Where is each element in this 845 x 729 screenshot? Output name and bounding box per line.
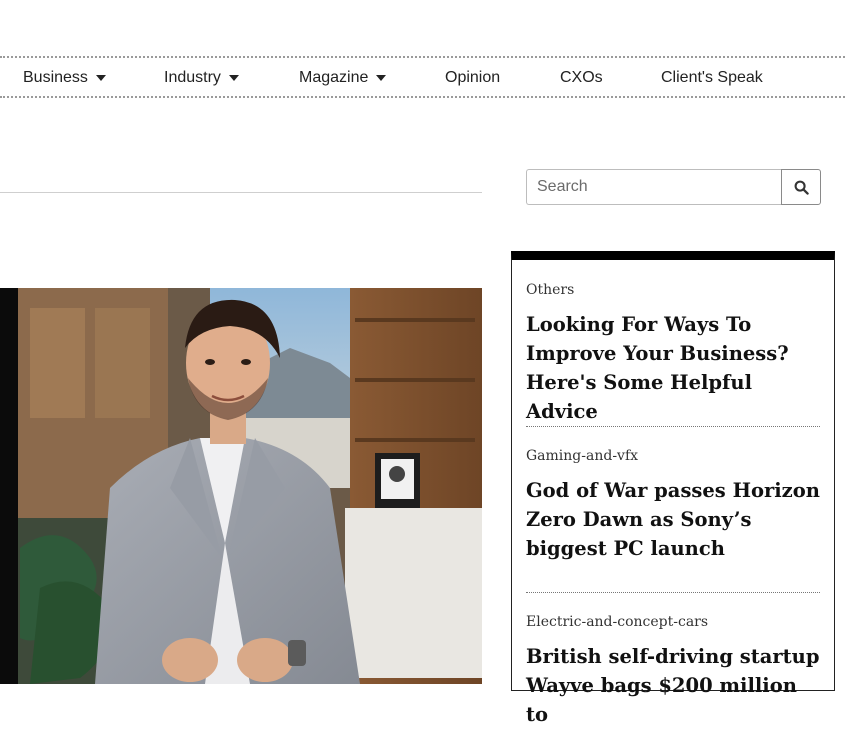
nav-item-cxos[interactable]: CXOs (560, 69, 603, 87)
sidebar-story[interactable]: Gaming-and-vfx God of War passes Horizon… (526, 448, 820, 563)
story-divider (526, 592, 820, 593)
content-divider (0, 192, 482, 193)
nav-item-clients-speak[interactable]: Client's Speak (661, 69, 763, 87)
article-hero-image[interactable] (0, 288, 482, 684)
search-icon (794, 180, 809, 195)
nav-item-label: Magazine (299, 69, 369, 86)
story-title-link[interactable]: Looking For Ways To Improve Your Busines… (526, 310, 820, 426)
story-category[interactable]: Others (526, 282, 820, 298)
nav-item-label: Industry (164, 69, 221, 86)
nav-item-label: CXOs (560, 69, 603, 86)
site-header (0, 0, 845, 56)
nav-item-magazine[interactable]: Magazine (299, 69, 387, 87)
trending-sidebar: Others Looking For Ways To Improve Your … (511, 251, 835, 726)
nav-item-label: Opinion (445, 69, 501, 86)
story-divider (526, 426, 820, 427)
story-title-link[interactable]: British self-driving startup Wayve bags … (526, 642, 820, 729)
caret-down-icon (376, 75, 387, 81)
search-button[interactable] (781, 169, 821, 205)
story-category[interactable]: Gaming-and-vfx (526, 448, 820, 464)
nav-item-opinion[interactable]: Opinion (445, 69, 500, 87)
nav-item-industry[interactable]: Industry (164, 69, 239, 87)
sidebar-story[interactable]: Electric-and-concept-cars British self-d… (526, 614, 820, 729)
caret-down-icon (228, 75, 239, 81)
story-title-link[interactable]: God of War passes Horizon Zero Dawn as S… (526, 476, 820, 563)
main-nav: Business Industry Magazine Opinion CXOs … (0, 56, 845, 98)
search-form (526, 169, 821, 205)
nav-item-label: Business (23, 69, 88, 86)
search-input[interactable] (526, 169, 782, 205)
caret-down-icon (95, 75, 106, 81)
nav-item-business[interactable]: Business (23, 69, 106, 87)
story-category[interactable]: Electric-and-concept-cars (526, 614, 820, 630)
nav-item-label: Client's Speak (661, 69, 763, 86)
hero-photo (0, 288, 482, 684)
sidebar-story[interactable]: Others Looking For Ways To Improve Your … (526, 282, 820, 426)
